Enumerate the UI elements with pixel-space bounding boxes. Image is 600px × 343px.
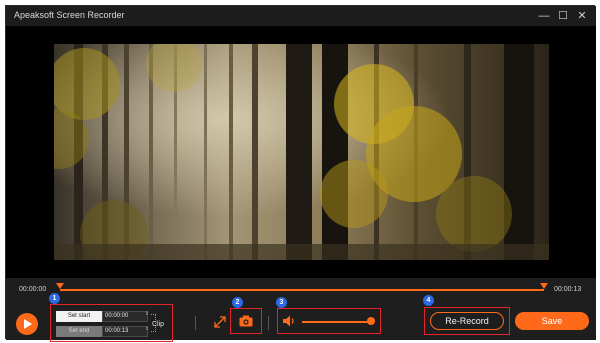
divider bbox=[268, 316, 269, 330]
annotation-badge-2: 2 bbox=[232, 297, 243, 308]
divider bbox=[195, 316, 196, 330]
app-window: Apeaksoft Screen Recorder — ☐ ✕ 00:00:00… bbox=[5, 5, 596, 342]
rerecord-button[interactable]: Re-Record bbox=[430, 312, 504, 330]
volume-slider[interactable] bbox=[302, 321, 370, 323]
camera-icon[interactable] bbox=[239, 315, 253, 327]
clip-start-marker[interactable] bbox=[56, 283, 64, 289]
title-bar: Apeaksoft Screen Recorder — ☐ ✕ bbox=[6, 6, 596, 26]
clip-end-time-field[interactable]: 00:00:13 bbox=[102, 326, 148, 337]
save-button[interactable]: Save bbox=[515, 312, 589, 330]
set-start-button[interactable]: Set start bbox=[56, 311, 102, 322]
spinner-up-icon[interactable]: ⇕ bbox=[145, 311, 149, 317]
forest-video-image bbox=[54, 44, 549, 260]
clip-label[interactable]: Clip bbox=[152, 321, 164, 328]
expand-icon[interactable] bbox=[214, 316, 226, 328]
clip-end-marker[interactable] bbox=[540, 283, 548, 289]
video-preview-area bbox=[6, 26, 596, 278]
timeline-track[interactable] bbox=[60, 289, 544, 291]
speaker-icon[interactable] bbox=[282, 314, 296, 328]
video-frame[interactable] bbox=[54, 44, 549, 260]
control-bar: 00:00:00 00:00:13 1 2 3 4 Set start 00:0… bbox=[6, 278, 596, 342]
timeline-end-time: 00:00:13 bbox=[554, 286, 582, 293]
minimize-button[interactable]: — bbox=[536, 8, 552, 24]
annotation-badge-3: 3 bbox=[276, 297, 287, 308]
app-title: Apeaksoft Screen Recorder bbox=[14, 10, 125, 20]
timeline-start-time: 00:00:00 bbox=[19, 286, 47, 293]
annotation-badge-1: 1 bbox=[49, 293, 60, 304]
set-end-button[interactable]: Set end bbox=[56, 326, 102, 337]
maximize-button[interactable]: ☐ bbox=[555, 8, 571, 24]
close-button[interactable]: ✕ bbox=[574, 8, 590, 24]
annotation-badge-4: 4 bbox=[423, 295, 434, 306]
play-button[interactable] bbox=[16, 313, 38, 335]
spinner-down-icon[interactable]: ⇕ bbox=[145, 326, 149, 332]
clip-start-time-field[interactable]: 00:00:00 bbox=[102, 311, 148, 322]
volume-slider-handle[interactable] bbox=[367, 317, 375, 325]
